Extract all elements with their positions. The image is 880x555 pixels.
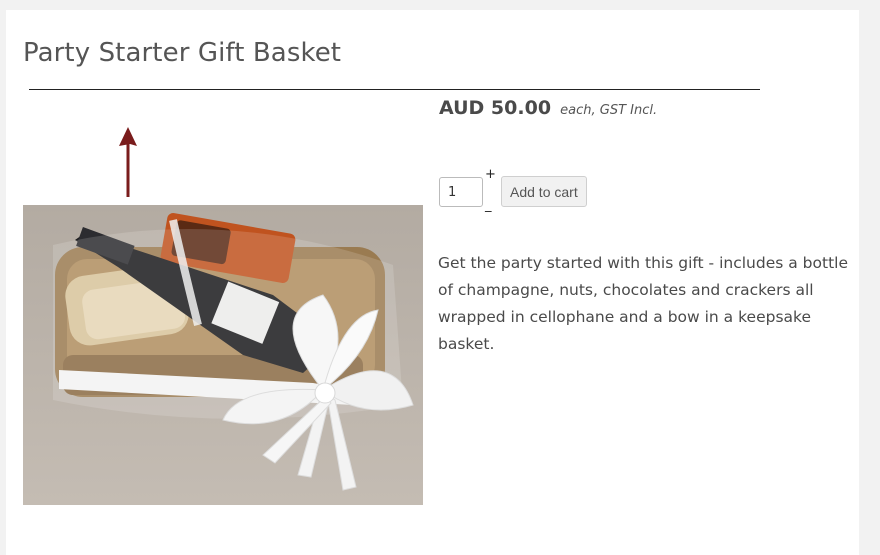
quantity-increase-button[interactable]: + (485, 168, 496, 182)
title-divider (29, 89, 760, 90)
page-title: Party Starter Gift Basket (23, 38, 342, 68)
quantity-input[interactable] (439, 177, 483, 207)
price-line: AUD 50.00 each, GST Incl. (439, 97, 657, 119)
quantity-decrease-button[interactable]: _ (485, 199, 492, 213)
add-to-cart-button[interactable]: Add to cart (501, 176, 587, 207)
product-price: AUD 50.00 (439, 97, 552, 119)
product-image (23, 205, 423, 505)
price-note: each, GST Incl. (560, 103, 658, 118)
product-description: Get the party started with this gift - i… (438, 254, 848, 353)
up-arrow-icon (119, 127, 137, 197)
